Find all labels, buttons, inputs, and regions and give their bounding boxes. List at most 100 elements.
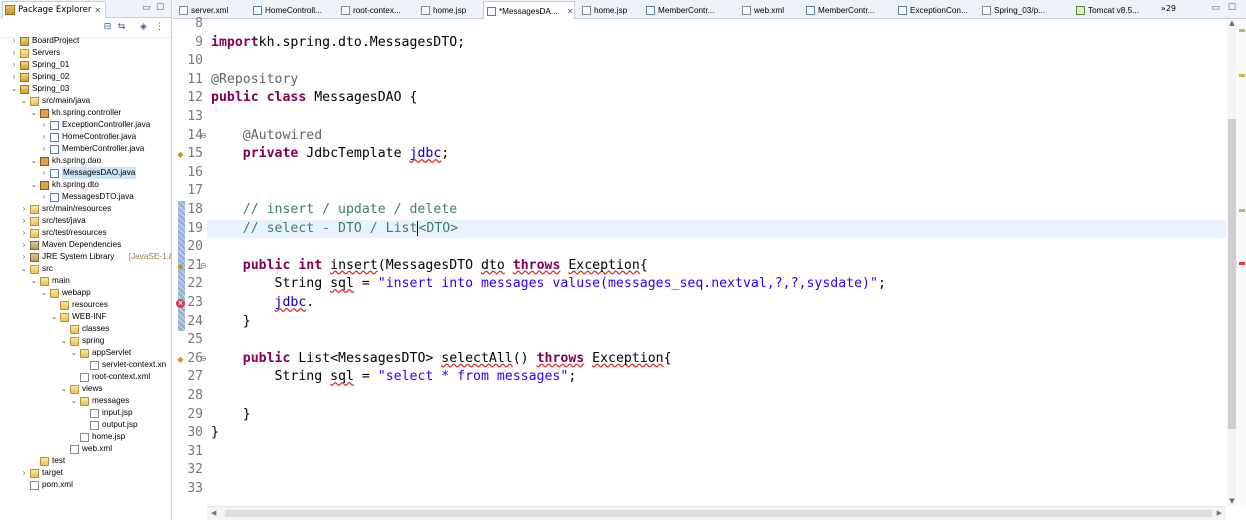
editor-tab[interactable]: MemberContr... bbox=[803, 1, 891, 19]
tree-item[interactable]: › src/test/java bbox=[0, 215, 171, 227]
code-line[interactable]: // insert / update / delete bbox=[211, 201, 457, 220]
warning-icon[interactable]: ◆ bbox=[176, 262, 185, 271]
tree-item[interactable]: resources bbox=[0, 299, 171, 311]
minimize-icon[interactable]: ▭ bbox=[142, 3, 151, 13]
chevron-right-icon[interactable]: › bbox=[40, 131, 48, 143]
chevron-right-icon[interactable]: › bbox=[20, 251, 28, 263]
tree-item[interactable]: › src/test/resources bbox=[0, 227, 171, 239]
horizontal-scrollbar[interactable]: ◀ ▶ bbox=[207, 506, 1226, 520]
code-area[interactable]: importkh.spring.dto.MessagesDTO; @Reposit… bbox=[207, 19, 1226, 506]
fold-toggle-icon[interactable]: ⊖ bbox=[200, 261, 207, 270]
code-line[interactable]: @Autowired bbox=[211, 127, 322, 146]
code-line[interactable]: String sql = "insert into messages valus… bbox=[211, 275, 886, 294]
warning-icon[interactable]: ◆ bbox=[176, 355, 185, 364]
editor-tab[interactable]: home.jsp bbox=[418, 1, 480, 19]
chevron-down-icon[interactable]: ⌄ bbox=[30, 179, 38, 191]
chevron-down-icon[interactable]: ⌄ bbox=[60, 383, 68, 395]
chevron-right-icon[interactable]: › bbox=[10, 59, 18, 71]
chevron-right-icon[interactable]: › bbox=[20, 215, 28, 227]
editor-tab[interactable]: MemberContr... bbox=[643, 1, 735, 19]
tree-item[interactable]: root-context.xml bbox=[0, 371, 171, 383]
editor-tab[interactable]: *MessagesDA... ✕ bbox=[483, 1, 575, 20]
tree-item[interactable]: output.jsp bbox=[0, 419, 171, 431]
ruler-warning-mark[interactable] bbox=[1239, 209, 1245, 212]
tree-item[interactable]: ⌄ messages bbox=[0, 395, 171, 407]
code-line[interactable]: } bbox=[211, 424, 219, 443]
chevron-down-icon[interactable]: ⌄ bbox=[50, 311, 58, 323]
warning-icon[interactable]: ◆ bbox=[176, 150, 185, 159]
close-icon[interactable]: ✕ bbox=[567, 7, 574, 16]
tree-item[interactable]: › target bbox=[0, 467, 171, 479]
chevron-right-icon[interactable]: › bbox=[40, 191, 48, 203]
chevron-down-icon[interactable]: ⌄ bbox=[20, 95, 28, 107]
tree-item[interactable]: ⌄ kh.spring.dao bbox=[0, 155, 171, 167]
code-editor[interactable]: 8 9 10 11 12 13 14 ⊖ 15 ◆ 16 17 18 19 20 21 ◆ ⊖ 22 23 × 24 25 2… bbox=[173, 16, 1246, 520]
chevron-down-icon[interactable]: ⌄ bbox=[30, 275, 38, 287]
error-icon[interactable]: × bbox=[176, 299, 185, 308]
collapse-all-icon[interactable]: ⊟ bbox=[102, 22, 113, 33]
vertical-scrollbar[interactable]: ▲ ▼ bbox=[1227, 19, 1237, 506]
tree-item[interactable]: › HomeController.java bbox=[0, 131, 171, 143]
tree-item[interactable]: › Spring_02 bbox=[0, 71, 171, 83]
code-line[interactable]: } bbox=[211, 406, 251, 425]
tree-item[interactable]: ⌄ main bbox=[0, 275, 171, 287]
code-line[interactable]: private JdbcTemplate jdbc; bbox=[211, 145, 449, 164]
tree-item[interactable]: › JRE System Library [JavaSE-1.8] bbox=[0, 251, 171, 263]
tree-item[interactable]: pom.xml bbox=[0, 479, 171, 491]
chevron-down-icon[interactable]: ⌄ bbox=[70, 395, 78, 407]
chevron-down-icon[interactable]: ⌄ bbox=[40, 287, 48, 299]
tree-item[interactable]: ⌄ Spring_03 bbox=[0, 83, 171, 95]
chevron-right-icon[interactable]: › bbox=[40, 143, 48, 155]
chevron-right-icon[interactable]: › bbox=[20, 227, 28, 239]
tree-item[interactable]: classes bbox=[0, 323, 171, 335]
tree-item[interactable]: › src/main/resources bbox=[0, 203, 171, 215]
vertical-scroll-thumb[interactable] bbox=[1228, 119, 1236, 429]
tab-overflow[interactable]: »29 bbox=[1161, 4, 1176, 13]
horizontal-scroll-thumb[interactable] bbox=[225, 510, 1212, 517]
tree-item[interactable]: ⌄ src bbox=[0, 263, 171, 275]
scroll-right-icon[interactable]: ▶ bbox=[1217, 509, 1222, 517]
chevron-down-icon[interactable]: ⌄ bbox=[30, 107, 38, 119]
chevron-down-icon[interactable]: ⌄ bbox=[30, 155, 38, 167]
editor-tab[interactable]: root-contex... bbox=[338, 1, 414, 19]
close-icon[interactable]: ✕ bbox=[94, 6, 101, 15]
ruler-error-mark[interactable] bbox=[1239, 262, 1245, 265]
code-line[interactable]: String sql = "select * from messages"; bbox=[211, 368, 577, 387]
scroll-left-icon[interactable]: ◀ bbox=[211, 509, 216, 517]
scroll-down-icon[interactable]: ▼ bbox=[1227, 497, 1237, 506]
chevron-down-icon[interactable]: ⌄ bbox=[70, 347, 78, 359]
tree-item[interactable]: home.jsp bbox=[0, 431, 171, 443]
ruler-warning-mark[interactable] bbox=[1239, 29, 1245, 32]
editor-tab[interactable]: ExceptionCon... bbox=[895, 1, 975, 19]
maximize-icon[interactable]: ☐ bbox=[156, 3, 164, 13]
editor-tab[interactable]: web.xml bbox=[739, 1, 799, 19]
link-with-editor-icon[interactable]: ⇆ bbox=[116, 22, 127, 33]
code-line[interactable]: @Repository bbox=[211, 71, 298, 90]
chevron-right-icon[interactable]: › bbox=[10, 35, 18, 47]
tree-item[interactable]: ⌄ spring bbox=[0, 335, 171, 347]
code-line[interactable]: public int insert(MessagesDTO dto throws… bbox=[211, 257, 648, 276]
tree-item[interactable]: ⌄ kh.spring.controller bbox=[0, 107, 171, 119]
code-line[interactable]: importkh.spring.dto.MessagesDTO; bbox=[211, 34, 465, 53]
tree-item[interactable]: › MessagesDAO.java bbox=[0, 167, 171, 179]
code-line[interactable]: public class MessagesDAO { bbox=[211, 89, 417, 108]
editor-tab[interactable]: HomeControll... bbox=[250, 1, 334, 19]
ruler-warning-mark[interactable] bbox=[1239, 74, 1245, 77]
tree-item[interactable]: ⌄ WEB-INF bbox=[0, 311, 171, 323]
code-line[interactable]: jdbc. bbox=[211, 294, 315, 313]
tree-item[interactable]: ⌄ appServlet bbox=[0, 347, 171, 359]
chevron-down-icon[interactable]: ⌄ bbox=[20, 263, 28, 275]
package-explorer-tab[interactable]: Package Explorer ✕ bbox=[2, 1, 107, 18]
tree-item[interactable]: › Maven Dependencies bbox=[0, 239, 171, 251]
tree-item[interactable]: › MemberController.java bbox=[0, 143, 171, 155]
tree-item[interactable]: › ExceptionController.java bbox=[0, 119, 171, 131]
tree-item[interactable]: ⌄ src/main/java bbox=[0, 95, 171, 107]
view-menu-icon[interactable]: ⋮ bbox=[154, 22, 165, 33]
editor-maximize-icon[interactable]: ☐ bbox=[1228, 3, 1236, 13]
tree-item[interactable]: ⌄ kh.spring.dto bbox=[0, 179, 171, 191]
code-line[interactable]: public List<MessagesDTO> selectAll() thr… bbox=[211, 350, 672, 369]
chevron-right-icon[interactable]: › bbox=[20, 203, 28, 215]
scroll-up-icon[interactable]: ▲ bbox=[1227, 19, 1237, 28]
chevron-right-icon[interactable]: › bbox=[40, 167, 48, 179]
tree-item[interactable]: servlet-context.xn bbox=[0, 359, 171, 371]
